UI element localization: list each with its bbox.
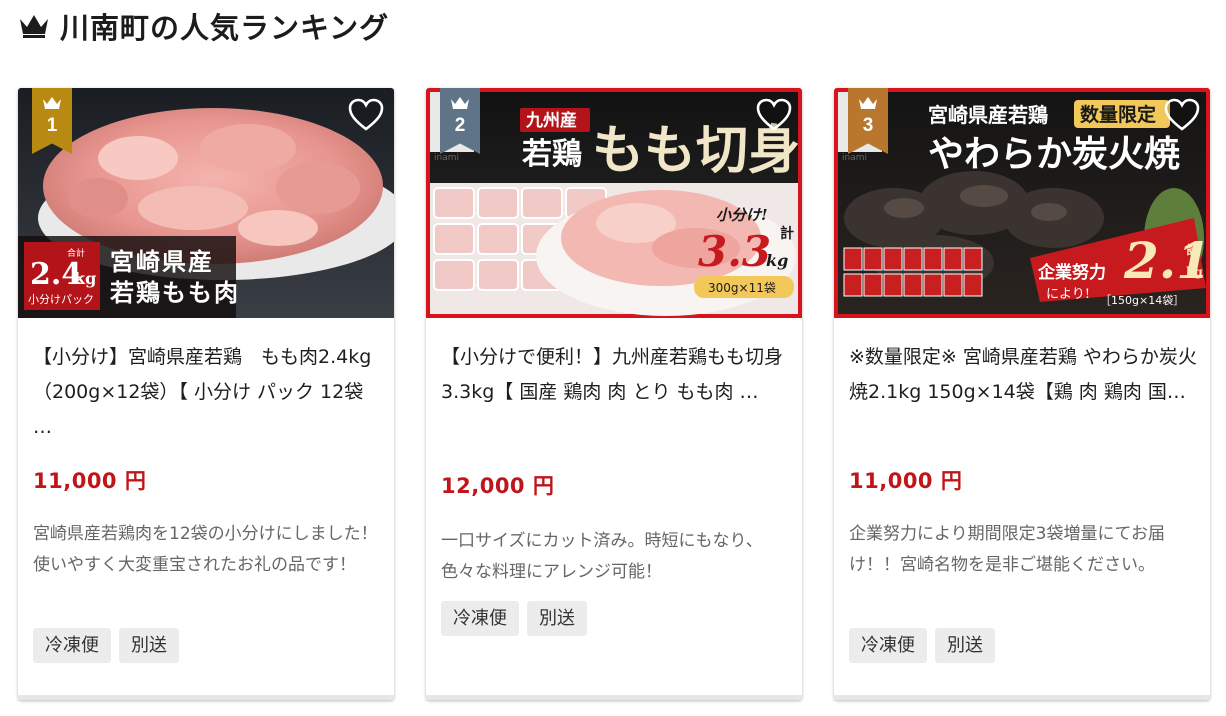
svg-text:kg: kg	[766, 251, 788, 270]
svg-text:2.1: 2.1	[1123, 231, 1210, 290]
tag-list: 冷凍便 別送	[849, 628, 995, 663]
tag-frozen: 冷凍便	[33, 628, 111, 663]
product-description: 企業努力により期間限定3袋増量にてお届け！！宮崎名物を是非ご堪能ください。	[849, 524, 1165, 575]
svg-text:kg: kg	[1186, 265, 1203, 279]
card-footer	[426, 695, 802, 700]
crown-icon	[451, 97, 469, 109]
product-title[interactable]: 【小分け】宮崎県産若鶏 もも肉2.4kg（200g×12袋）【 小分け パック …	[33, 340, 382, 448]
svg-text:により!: により!	[1046, 287, 1090, 302]
svg-text:inami: inami	[434, 153, 459, 163]
svg-text:若鶏もも肉: 若鶏もも肉	[109, 278, 240, 307]
svg-text:小分けパック: 小分けパック	[28, 293, 94, 306]
rank-number: 3	[862, 115, 874, 136]
tag-frozen: 冷凍便	[849, 628, 927, 663]
crown-icon	[20, 15, 48, 38]
product-image[interactable]: 県 南町 inami 九州産 若鶏 もも切身 小分け! 3.3 計 kg 300…	[426, 88, 802, 318]
svg-text:計: 計	[780, 225, 794, 242]
svg-text:企業努力: 企業努力	[1037, 262, 1106, 283]
product-title[interactable]: ※数量限定※ 宮崎県産若鶏 やわらか炭火焼2.1kg 150g×14袋【鶏 肉 …	[849, 340, 1198, 448]
svg-text:300g×11袋: 300g×11袋	[708, 281, 776, 295]
ranking-heading: 川南町の人気ランキング	[18, 4, 389, 48]
svg-text:若鶏: 若鶏	[522, 137, 582, 172]
product-image[interactable]: 県 南町 inami 宮崎県産若鶏 数量限定 やわらか炭火焼 企業努力 により!…	[834, 88, 1210, 318]
product-card-3[interactable]: 県 南町 inami 宮崎県産若鶏 数量限定 やわらか炭火焼 企業努力 により!…	[834, 88, 1210, 700]
tag-separate-shipping: 別送	[119, 628, 179, 663]
card-footer	[834, 695, 1210, 700]
svg-text:宮崎県産若鶏: 宮崎県産若鶏	[928, 103, 1048, 127]
svg-text:［150g×14袋］: ［150g×14袋］	[1100, 293, 1184, 307]
product-card-1[interactable]: 合計 2.4 kg 小分けパック 宮崎県産 若鶏もも肉 1 【小分け】宮崎県産若…	[18, 88, 394, 700]
tag-list: 冷凍便 別送	[441, 601, 587, 636]
page-title: 川南町の人気ランキング	[60, 11, 390, 45]
svg-text:計: 計	[1186, 242, 1198, 257]
tag-list: 冷凍便 別送	[33, 628, 179, 663]
heart-icon[interactable]	[756, 98, 792, 132]
svg-text:kg: kg	[74, 269, 96, 288]
product-price: 12,000 円	[441, 474, 555, 498]
product-price: 11,000 円	[849, 469, 963, 493]
svg-text:九州産: 九州産	[525, 110, 577, 131]
svg-text:宮崎県産: 宮崎県産	[110, 247, 214, 276]
svg-text:inami: inami	[842, 153, 867, 163]
product-title[interactable]: 【小分けで便利！】九州産若鶏もも切身 3.3kg【 国産 鶏肉 肉 とり もも肉…	[441, 340, 790, 448]
heart-icon[interactable]	[1164, 98, 1200, 132]
card-footer	[18, 695, 394, 700]
svg-text:小分け!: 小分け!	[716, 206, 768, 224]
product-price: 11,000 円	[33, 469, 147, 493]
tag-frozen: 冷凍便	[441, 601, 519, 636]
heart-icon[interactable]	[348, 98, 384, 132]
product-description: 一口サイズにカット済み。時短にもなり、色々な料理にアレンジ可能！	[441, 531, 763, 582]
product-description: 宮崎県産若鶏肉を12袋の小分けにしました！使いやすく大変重宝されたお礼の品です！	[33, 524, 378, 575]
rank-number: 2	[454, 115, 466, 136]
tag-separate-shipping: 別送	[935, 628, 995, 663]
rank-number: 1	[46, 115, 58, 136]
product-card-2[interactable]: 県 南町 inami 九州産 若鶏 もも切身 小分け! 3.3 計 kg 300…	[426, 88, 802, 700]
crown-icon	[859, 97, 877, 109]
crown-icon	[43, 97, 61, 109]
product-image[interactable]: 合計 2.4 kg 小分けパック 宮崎県産 若鶏もも肉	[18, 88, 394, 318]
svg-text:やわらか炭火焼: やわらか炭火焼	[928, 133, 1180, 175]
tag-separate-shipping: 別送	[527, 601, 587, 636]
svg-text:3.3: 3.3	[698, 227, 771, 276]
svg-text:数量限定: 数量限定	[1080, 103, 1156, 126]
